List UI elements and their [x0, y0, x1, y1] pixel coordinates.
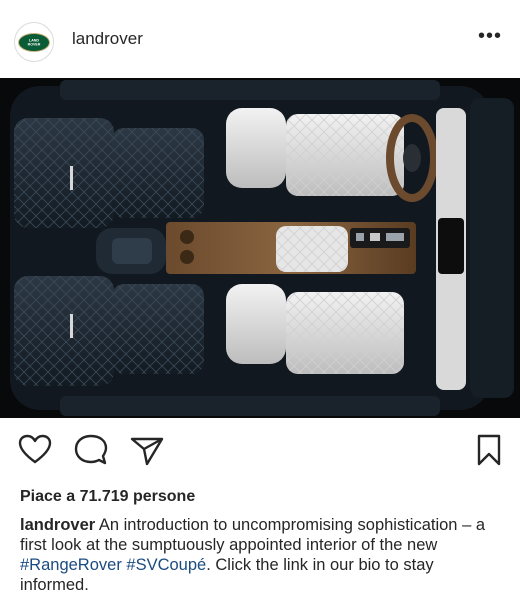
post-username[interactable]: landrover [72, 29, 143, 49]
share-paper-plane-icon[interactable] [130, 436, 164, 466]
post-caption: landrover An introduction to uncompromis… [20, 515, 506, 595]
comment-icon[interactable] [74, 434, 108, 466]
action-bar [0, 418, 520, 480]
hashtag-rangerover[interactable]: #RangeRover [20, 556, 122, 574]
caption-username[interactable]: landrover [20, 516, 95, 534]
avatar[interactable]: LAND ROVER [14, 22, 54, 62]
likes-count[interactable]: Piace a 71.719 persone [20, 488, 195, 506]
land-rover-logo: LAND ROVER [18, 32, 50, 52]
bookmark-icon[interactable] [476, 434, 502, 466]
like-heart-icon[interactable] [18, 434, 52, 464]
more-options-icon[interactable]: ••• [478, 26, 502, 46]
hashtag-svcoupe[interactable]: #SVCoupé [126, 556, 206, 574]
logo-text-icon: LAND ROVER [28, 39, 41, 47]
post-image[interactable] [0, 78, 520, 418]
car-interior-illustration [0, 78, 520, 418]
post-header: LAND ROVER landrover ••• [0, 0, 520, 78]
svg-text:ROVER: ROVER [28, 43, 41, 47]
